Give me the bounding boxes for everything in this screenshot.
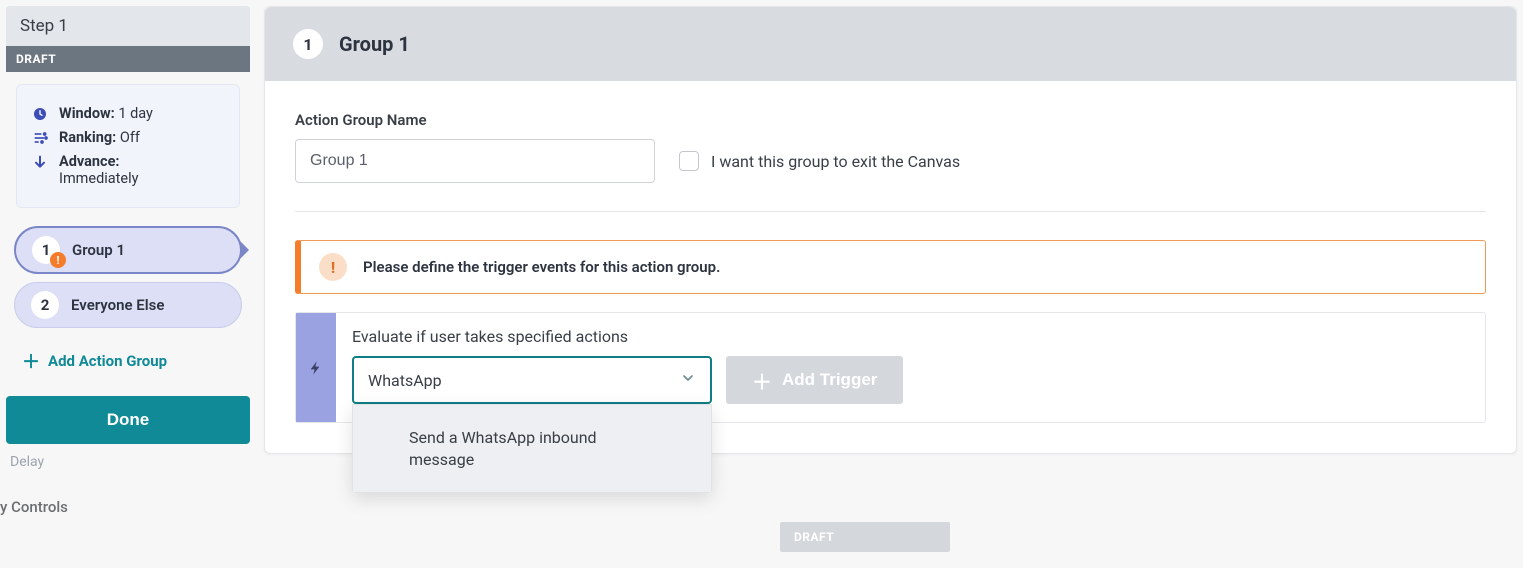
panel-header: 1 Group 1 — [265, 7, 1516, 81]
add-trigger-label: Add Trigger — [782, 370, 877, 390]
background-controls-label: y Controls — [0, 498, 250, 516]
action-group-name-input[interactable] — [295, 139, 655, 183]
trigger-dropdown: Send a WhatsApp inbound message — [352, 404, 712, 493]
alert-banner: ! Please define the trigger events for t… — [295, 240, 1486, 294]
group-pill-2[interactable]: 2 Everyone Else — [14, 282, 242, 328]
trigger-select[interactable]: WhatsApp — [352, 356, 712, 404]
group-pill-label: Everyone Else — [71, 296, 164, 314]
action-group-name-label: Action Group Name — [295, 111, 1486, 129]
background-delay-label: Delay — [10, 454, 246, 470]
main-panel: 1 Group 1 Action Group Name I want this … — [264, 6, 1517, 454]
lightning-icon — [296, 313, 336, 422]
clock-icon — [31, 105, 49, 123]
panel-header-title: Group 1 — [339, 32, 410, 56]
step-title: Step 1 — [6, 6, 250, 46]
advance-value: Immediately — [59, 170, 138, 187]
window-value: 1 day — [118, 105, 153, 122]
panel-header-number: 1 — [293, 29, 323, 59]
add-action-group-button[interactable]: ＋ Add Action Group — [6, 336, 250, 386]
step-info-card: Window: 1 day Ranking: Off Advance: — [16, 84, 240, 208]
group-pill-1[interactable]: 1 ! Group 1 — [14, 226, 242, 274]
exit-canvas-checkbox[interactable] — [679, 151, 699, 171]
alert-message: Please define the trigger events for thi… — [363, 258, 720, 276]
trigger-dropdown-option[interactable]: Send a WhatsApp inbound message — [353, 405, 711, 492]
draft-badge: DRAFT — [6, 46, 250, 72]
group-number-badge: 1 ! — [32, 236, 60, 264]
done-button[interactable]: Done — [6, 396, 250, 444]
ranking-value: Off — [120, 129, 140, 146]
evaluate-block: Evaluate if user takes specified actions… — [295, 312, 1486, 423]
arrow-down-icon — [31, 153, 49, 171]
ranking-icon — [31, 129, 49, 147]
plus-icon: ＋ — [22, 348, 40, 374]
add-trigger-button[interactable]: ＋ Add Trigger — [726, 356, 903, 404]
window-label: Window: — [59, 105, 115, 122]
plus-icon: ＋ — [752, 366, 772, 395]
alert-icon: ! — [319, 253, 347, 281]
group-pill-label: Group 1 — [72, 241, 125, 259]
warning-icon: ! — [50, 252, 66, 268]
advance-label: Advance: — [59, 153, 120, 170]
group-number-badge: 2 — [31, 291, 59, 319]
sidebar: Step 1 DRAFT Window: 1 day Ranking: Off — [6, 6, 250, 562]
add-action-group-label: Add Action Group — [48, 352, 167, 370]
chevron-down-icon — [680, 370, 696, 390]
exit-canvas-label: I want this group to exit the Canvas — [711, 152, 960, 171]
evaluate-label: Evaluate if user takes specified actions — [352, 327, 1469, 346]
ranking-label: Ranking: — [59, 129, 116, 146]
trigger-select-value: WhatsApp — [368, 371, 442, 390]
background-draft-badge: DRAFT — [780, 522, 950, 552]
group-list: 1 ! Group 1 2 Everyone Else — [6, 218, 250, 336]
divider — [295, 211, 1486, 212]
